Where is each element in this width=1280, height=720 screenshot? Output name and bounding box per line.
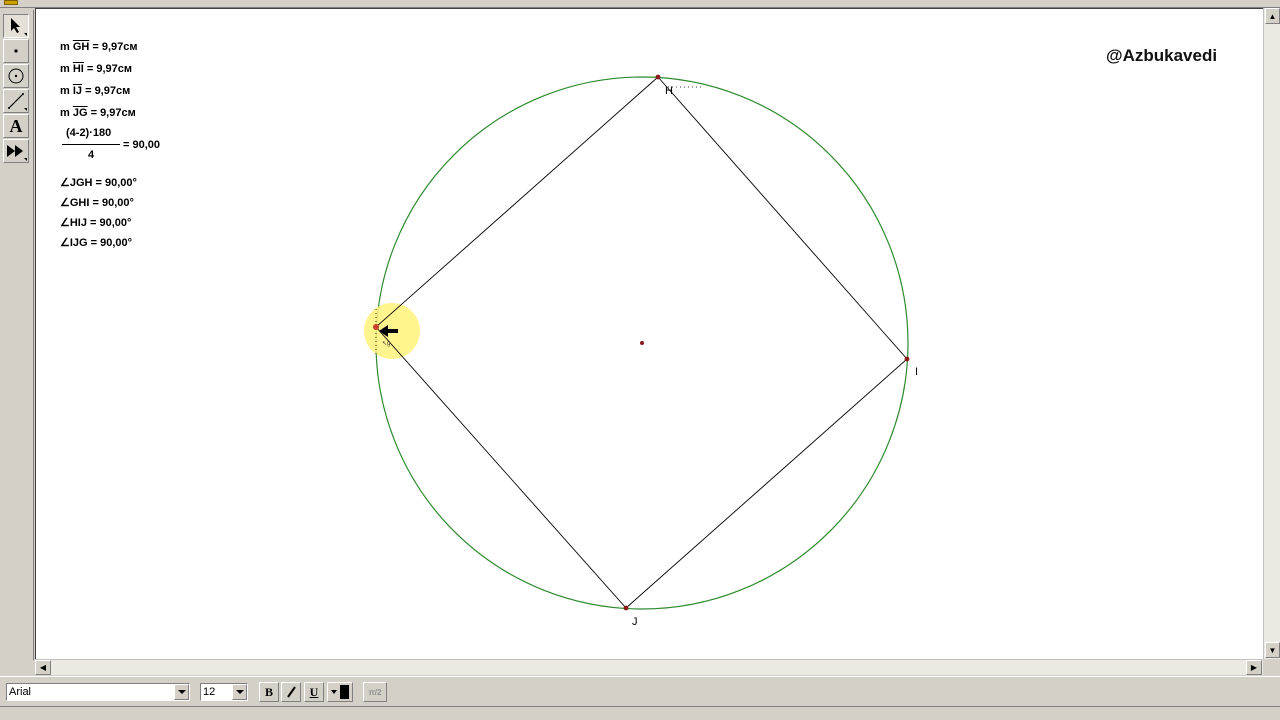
horizontal-scrollbar[interactable]: ◀ ▶ (35, 659, 1263, 675)
selection-arrow-icon (11, 18, 20, 33)
compass-tool-icon (8, 68, 24, 84)
selection-arrow-tool[interactable] (3, 14, 29, 38)
italic-button[interactable] (281, 682, 301, 702)
text-color-button[interactable] (327, 682, 353, 702)
fraction-bar (62, 144, 120, 145)
text-tool-icon: A (9, 116, 23, 136)
segment-gh[interactable] (375, 76, 659, 328)
point-i[interactable] (904, 356, 910, 362)
svg-text:↖g: ↖g (382, 341, 390, 347)
calc-denominator: 4 (88, 149, 95, 161)
measure-hi[interactable]: m HI = 9,97см (60, 63, 132, 76)
angle-calculation[interactable]: (4-2)·180 4 = 90,00 (60, 127, 180, 167)
label-i[interactable]: I (915, 366, 918, 378)
color-swatch (340, 685, 349, 699)
point-h[interactable] (655, 74, 661, 80)
text-format-toolbar: Arial 12 B U π/2 (0, 676, 1280, 706)
bold-button[interactable]: B (259, 682, 279, 702)
scroll-down-button[interactable]: ▼ (1265, 642, 1280, 658)
left-arrow-icon: ◀ (39, 663, 47, 672)
scroll-right-button[interactable]: ▶ (1246, 660, 1262, 675)
chevron-down-icon (177, 690, 186, 694)
compass-tool[interactable] (3, 64, 29, 88)
vertical-scrollbar[interactable]: ▲ ▼ (1263, 8, 1280, 659)
label-h[interactable]: H (665, 85, 673, 97)
calc-numerator: (4-2)·180 (66, 127, 112, 139)
right-arrow-icon: ▶ (1250, 663, 1258, 672)
measure-ij[interactable]: m IJ = 9,97см (60, 85, 130, 98)
center-point[interactable] (640, 341, 644, 345)
segment-ij[interactable] (625, 358, 908, 609)
chevron-down-icon (235, 690, 244, 694)
font-family-select[interactable]: Arial (6, 683, 190, 701)
scrollbar-corner (1263, 659, 1280, 675)
angle-jgh[interactable]: ∠JGH = 90,00° (60, 177, 137, 190)
font-size-value: 12 (203, 686, 216, 698)
label-j[interactable]: J (632, 616, 638, 628)
symbol-palette-button[interactable]: π/2 (363, 682, 387, 702)
status-bar (0, 706, 1280, 720)
underline-button[interactable]: U (304, 682, 324, 702)
point-tool-icon (14, 49, 18, 53)
font-size-select[interactable]: 12 (200, 683, 248, 701)
font-family-value: Arial (9, 686, 32, 698)
measure-gh[interactable]: m GH = 9,97см (60, 41, 138, 54)
geometry-drawing: H I J ↖g (364, 74, 918, 628)
sketchpad-window: A H I J ↖g m GH = 9,97см m HI = 9,97см m… (0, 0, 1280, 720)
up-arrow-icon: ▲ (1268, 11, 1277, 21)
custom-tool[interactable] (3, 139, 29, 163)
angle-ijg[interactable]: ∠IJG = 90,00° (60, 237, 132, 250)
point-tool[interactable] (3, 39, 29, 63)
segment-hi[interactable] (657, 76, 908, 360)
italic-pen-icon (287, 686, 296, 698)
straightedge-tool[interactable] (3, 89, 29, 113)
scroll-up-button[interactable]: ▲ (1265, 8, 1280, 24)
straightedge-tool-icon (8, 93, 24, 109)
font-dropdown-button[interactable] (174, 684, 189, 700)
angle-ghi[interactable]: ∠GHI = 90,00° (60, 197, 134, 210)
measure-jg[interactable]: m JG = 9,97см (60, 107, 136, 120)
down-arrow-icon: ▼ (1268, 645, 1277, 655)
calc-result: = 90,00 (123, 139, 161, 151)
color-dropdown-icon (331, 690, 337, 694)
segment-jg[interactable] (375, 326, 627, 609)
angle-hij[interactable]: ∠HIJ = 90,00° (60, 217, 131, 230)
sketch-canvas[interactable]: H I J ↖g m GH = 9,97см m HI = 9,97см m I… (35, 8, 1263, 659)
watermark-text: @Azbukavedi (1106, 46, 1218, 65)
point-j[interactable] (623, 605, 629, 611)
scroll-left-button[interactable]: ◀ (35, 660, 51, 675)
text-tool[interactable]: A (3, 114, 29, 138)
title-strip (0, 0, 1280, 8)
app-icon (4, 0, 18, 5)
toolbox: A (0, 10, 34, 660)
point-g[interactable] (373, 324, 379, 330)
size-dropdown-button[interactable] (232, 684, 247, 700)
custom-tool-icon (7, 145, 23, 157)
